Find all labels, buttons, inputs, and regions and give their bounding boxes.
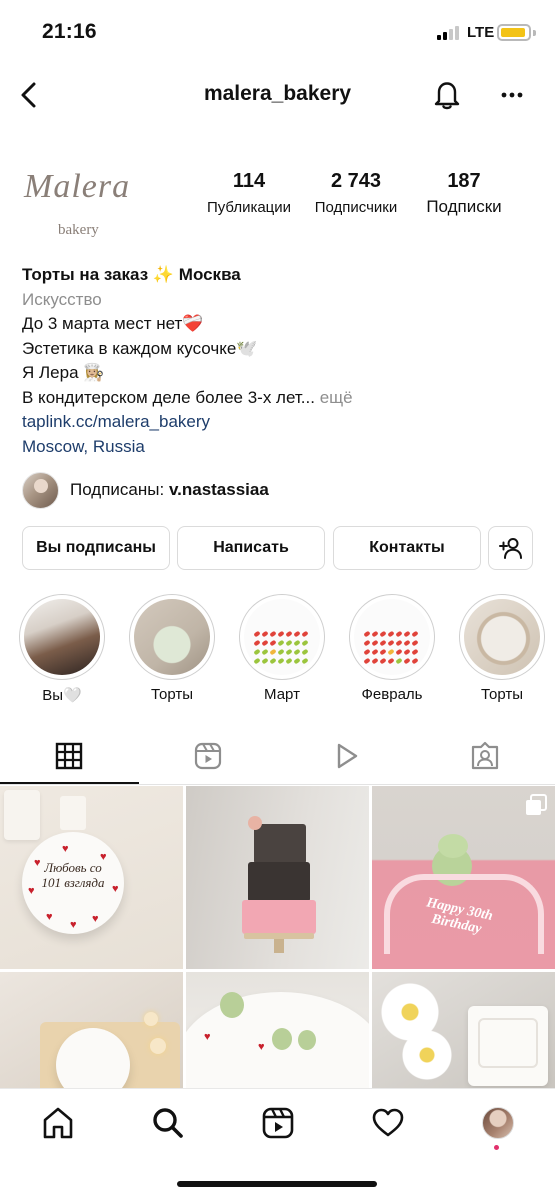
add-user-button[interactable]	[488, 526, 533, 570]
bell-icon[interactable]	[430, 77, 464, 111]
nav-home[interactable]	[40, 1105, 76, 1141]
tagged-icon	[471, 741, 499, 770]
stat-following[interactable]: 187 Подписки	[414, 170, 514, 217]
notification-dot	[494, 1145, 499, 1150]
highlight-cover	[464, 599, 540, 675]
home-indicator[interactable]	[177, 1181, 377, 1187]
post-thumbnail[interactable]: ♥ ♥	[186, 972, 369, 1090]
followed-by-text: Подписаны: v.nastassiaa	[70, 480, 269, 500]
status-time: 21:16	[42, 20, 97, 43]
followed-by[interactable]: Подписаны: v.nastassiaa	[22, 472, 522, 510]
search-icon	[153, 1108, 183, 1138]
highlight-item[interactable]: Март	[239, 594, 325, 703]
heart-icon	[372, 1108, 404, 1137]
followed-by-prefix: Подписаны:	[70, 480, 169, 499]
more-horizontal-icon[interactable]	[498, 81, 526, 109]
highlight-label: Февраль	[361, 686, 423, 703]
nav-header: malera_bakery	[0, 66, 555, 124]
bio-line: Эстетика в каждом кусочке🕊️	[22, 338, 258, 358]
nav-search[interactable]	[150, 1105, 186, 1141]
bio-name: Торты на заказ ✨ Москва	[22, 265, 241, 284]
avatar	[22, 472, 59, 509]
nav-reels[interactable]	[260, 1105, 296, 1141]
stat-value: 2 743	[330, 170, 382, 192]
highlight-item[interactable]: Февраль	[349, 594, 435, 703]
signal-icon	[437, 26, 463, 40]
battery-icon	[497, 24, 531, 41]
stat-label: Публикации	[206, 199, 292, 216]
highlight-cover	[24, 599, 100, 675]
bio-more-link[interactable]: ещё	[320, 388, 353, 407]
highlight-label: Вы🤍	[42, 687, 82, 704]
bio-line-text: В кондитерском деле более 3-х лет...	[22, 387, 315, 407]
post-thumbnail[interactable]: Happy 30th Birthday	[372, 786, 555, 969]
highlight-ring	[349, 594, 435, 680]
bio-category: Искусство	[22, 289, 102, 309]
followed-by-user: v.nastassiaa	[168, 480, 269, 499]
network-type: LTE	[467, 24, 495, 41]
tab-videos[interactable]	[277, 730, 416, 784]
highlight-item[interactable]: Торты	[129, 594, 215, 703]
carousel-icon	[526, 794, 547, 815]
post-thumbnail[interactable]	[0, 972, 183, 1090]
profile-avatar	[482, 1107, 514, 1139]
post-cake-text: Любовь со 101 взгляда	[41, 860, 105, 890]
following-button[interactable]: Вы подписаны	[22, 526, 170, 570]
post-thumbnail[interactable]	[372, 972, 555, 1090]
stat-label: Подписки	[426, 197, 502, 216]
stat-followers[interactable]: 2 743 Подписчики	[305, 170, 407, 216]
reels-icon	[262, 1107, 294, 1139]
highlight-label: Март	[264, 686, 300, 703]
tab-reels[interactable]	[139, 730, 278, 784]
highlight-item[interactable]: Торты	[459, 594, 545, 703]
profile-username: malera_bakery	[203, 82, 352, 105]
highlight-label: Торты	[481, 686, 523, 703]
highlight-cover	[134, 599, 210, 675]
stat-value: 114	[232, 170, 266, 192]
bio-website-link[interactable]: taplink.cc/malera_bakery	[22, 410, 542, 435]
profile-logo[interactable]: Malera bakery	[18, 162, 148, 252]
profile-tabs	[0, 730, 555, 786]
status-bar: 21:16 LTE	[0, 0, 555, 66]
highlight-item[interactable]: Вы🤍	[19, 594, 105, 704]
home-icon	[43, 1107, 73, 1139]
stat-value: 187	[447, 170, 481, 192]
bio-line: Я Лера 👩🏼‍🍳	[22, 363, 105, 382]
nav-activity[interactable]	[370, 1105, 406, 1141]
play-icon	[337, 743, 358, 769]
logo-text: Malera	[24, 168, 131, 205]
highlight-cover	[244, 599, 320, 675]
divider	[0, 784, 555, 785]
highlight-cover	[354, 599, 430, 675]
highlight-ring	[129, 594, 215, 680]
posts-grid: Любовь со 101 взгляда ♥ ♥ ♥ ♥ ♥ ♥ ♥ ♥ Ha…	[0, 786, 555, 1090]
battery-tip	[533, 30, 536, 36]
nav-profile[interactable]	[480, 1105, 516, 1141]
profile-bio: Торты на заказ ✨ Москва Искусство До 3 м…	[22, 263, 542, 459]
logo-subtext: bakery	[58, 222, 99, 238]
highlight-ring	[459, 594, 545, 680]
reels-icon	[194, 742, 222, 770]
highlight-label: Торты	[151, 686, 193, 703]
post-thumbnail[interactable]: Любовь со 101 взгляда ♥ ♥ ♥ ♥ ♥ ♥ ♥ ♥	[0, 786, 183, 969]
bio-location-link[interactable]: Moscow, Russia	[22, 435, 542, 460]
highlight-ring	[19, 594, 105, 680]
highlight-ring	[239, 594, 325, 680]
tab-tagged[interactable]	[416, 730, 555, 784]
stat-posts[interactable]: 114 Публикации	[198, 170, 300, 216]
bio-line: До 3 марта мест нет❤️‍🩹	[22, 314, 204, 333]
post-thumbnail[interactable]	[186, 786, 369, 969]
message-button[interactable]: Написать	[177, 526, 325, 570]
add-user-icon	[498, 538, 522, 559]
bio-line-truncated: В кондитерском деле более 3-х лет... ещё	[22, 386, 542, 411]
contacts-button[interactable]: Контакты	[333, 526, 481, 570]
tab-posts[interactable]	[0, 730, 139, 784]
grid-icon	[55, 742, 83, 770]
stat-label: Подписчики	[314, 199, 398, 216]
